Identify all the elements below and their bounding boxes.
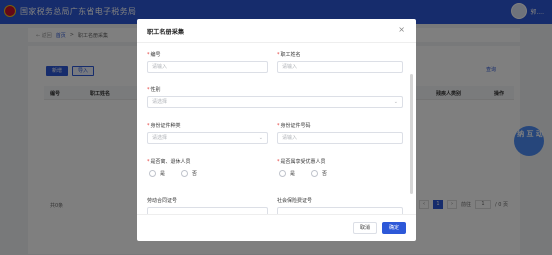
confirm-button[interactable]: 确定 [382,222,406,234]
gender-select[interactable]: 请选择 ⌄ [147,96,403,108]
social-insurance-label: 社会保险费证号 [277,198,313,204]
employee-no-input[interactable]: 请输入 [147,61,268,73]
id-type-select[interactable]: 请选择 ⌄ [147,132,268,144]
chevron-down-icon: ⌄ [393,99,398,105]
id-number-input[interactable]: 请输入 [277,132,403,144]
retired-label: *是否离、退休人员 [147,159,191,165]
social-insurance-input[interactable] [277,207,403,214]
preferential-label: *是否属享受优惠人员 [277,159,326,165]
close-icon[interactable]: × [398,26,405,34]
chevron-down-icon: ⌄ [258,135,263,141]
employee-no-label: *编号 [147,52,161,58]
id-number-label: *身份证件号码 [277,123,311,129]
cancel-button[interactable]: 取消 [353,222,377,234]
dialog-footer: 取消 确定 [137,214,416,241]
retired-yes-label[interactable]: 是 [160,170,165,177]
employee-register-dialog: 职工名册采集 × *编号 请输入 *职工姓名 请输入 *性别 请选择 ⌄ *身份… [137,19,416,241]
dialog-header: 职工名册采集 × [137,19,416,43]
preferential-yes-label[interactable]: 是 [290,170,295,177]
retired-radio-group: 是 否 [149,170,197,177]
dialog-body: *编号 请输入 *职工姓名 请输入 *性别 请选择 ⌄ *身份证件种类 请选择 … [137,44,416,214]
preferential-no-radio[interactable] [311,170,319,177]
retired-no-radio[interactable] [181,170,189,177]
gender-select-placeholder: 请选择 [152,99,168,105]
labor-contract-input[interactable] [147,207,268,214]
labor-contract-label: 劳动合同证号 [147,198,178,204]
id-type-label: *身份证件种类 [147,123,181,129]
employee-name-input[interactable]: 请输入 [277,61,403,73]
dialog-scrollbar[interactable] [410,74,413,194]
preferential-no-label[interactable]: 否 [322,170,327,177]
retired-yes-radio[interactable] [149,170,156,177]
gender-label: *性别 [147,87,161,93]
preferential-yes-radio[interactable] [279,170,286,177]
dialog-title: 职工名册采集 [147,29,185,36]
id-type-select-placeholder: 请选择 [152,135,168,141]
retired-no-label[interactable]: 否 [192,170,197,177]
preferential-radio-group: 是 否 [279,170,327,177]
employee-name-label: *职工姓名 [277,52,301,58]
